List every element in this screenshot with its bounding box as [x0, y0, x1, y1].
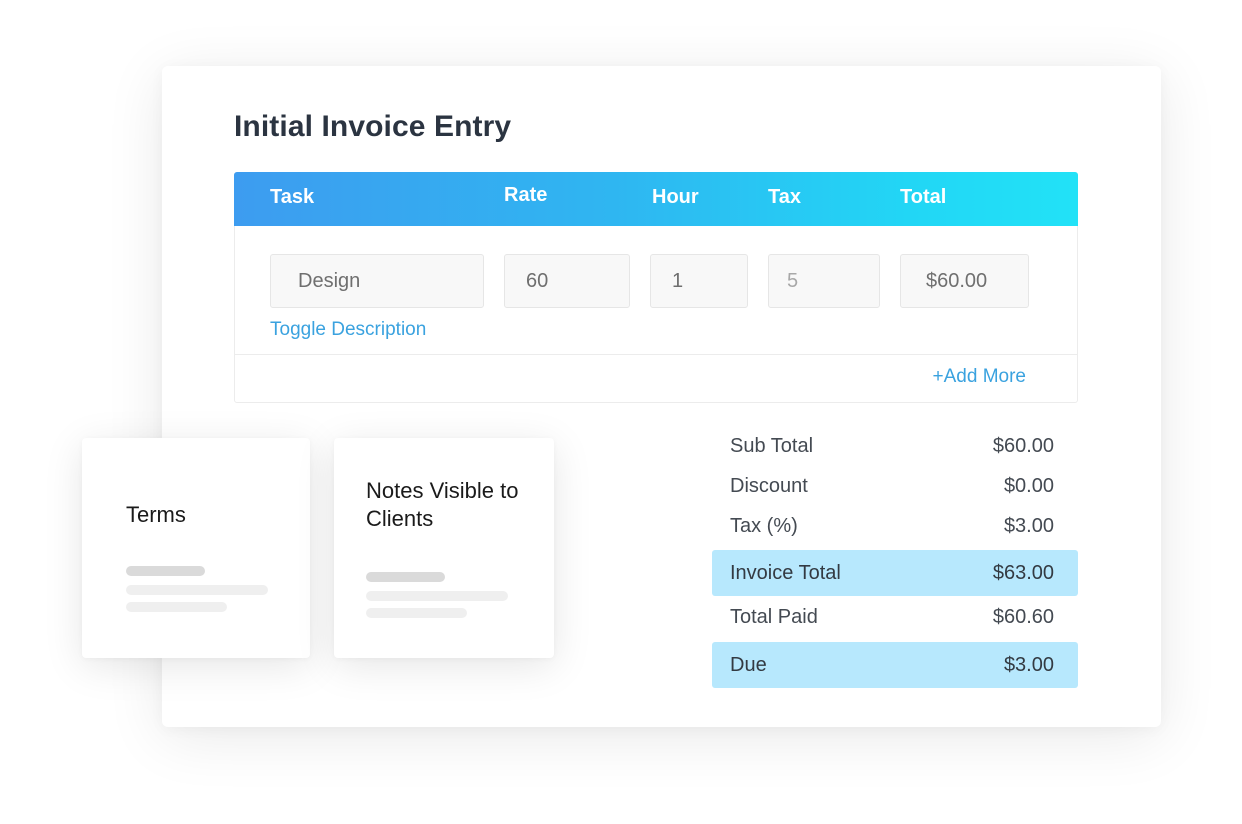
summary-row-tax: Tax (%) $3.00 — [712, 506, 1078, 546]
terms-card[interactable]: Terms — [82, 438, 310, 658]
summary-row-subtotal: Sub Total $60.00 — [712, 426, 1078, 466]
table-header: Task Rate Hour Tax Total — [234, 172, 1078, 226]
toggle-description-link[interactable]: Toggle Description — [270, 319, 426, 341]
notes-card[interactable]: Notes Visible to Clients — [334, 438, 554, 658]
page-title: Initial Invoice Entry — [234, 110, 512, 143]
total-field: $60.00 — [900, 254, 1029, 308]
notes-card-title: Notes Visible to Clients — [366, 478, 519, 531]
invoice-summary: Sub Total $60.00 Discount $0.00 Tax (%) … — [712, 426, 1078, 688]
summary-row-total-paid: Total Paid $60.60 — [712, 596, 1078, 638]
hour-input[interactable]: 1 — [650, 254, 748, 308]
terms-card-title: Terms — [126, 502, 186, 527]
summary-row-discount: Discount $0.00 — [712, 466, 1078, 506]
placeholder-line — [126, 602, 227, 612]
summary-value: $60.00 — [992, 435, 1054, 457]
column-header-tax: Tax — [768, 186, 801, 208]
summary-row-invoice-total: Invoice Total $63.00 — [712, 550, 1078, 596]
summary-row-due: Due $3.00 — [712, 642, 1078, 688]
summary-value: $63.00 — [992, 562, 1054, 584]
summary-label: Invoice Total — [730, 562, 841, 584]
summary-value: $60.60 — [992, 606, 1054, 628]
summary-value: $3.00 — [1003, 515, 1054, 537]
placeholder-line — [366, 591, 508, 601]
column-header-task: Task — [270, 186, 315, 208]
placeholder-line — [366, 572, 445, 582]
summary-label: Sub Total — [730, 435, 814, 457]
placeholder-line — [126, 566, 205, 576]
summary-value: $3.00 — [1003, 654, 1054, 676]
placeholder-line — [366, 608, 467, 618]
line-items-table: Task Rate Hour Tax Total Design 60 1 5 $… — [234, 172, 1078, 403]
column-header-total: Total — [900, 186, 947, 208]
invoice-showcase: Initial Invoice Entry Task Rate Hour Tax… — [0, 0, 1242, 824]
summary-label: Total Paid — [730, 606, 818, 628]
summary-value: $0.00 — [1003, 475, 1054, 497]
placeholder-line — [126, 585, 268, 595]
summary-label: Discount — [730, 475, 808, 497]
add-more-button[interactable]: +Add More — [933, 366, 1026, 388]
invoice-entry-card: Initial Invoice Entry Task Rate Hour Tax… — [162, 66, 1161, 727]
rate-input[interactable]: 60 — [504, 254, 630, 308]
task-input[interactable]: Design — [270, 254, 484, 308]
summary-label: Tax (%) — [730, 515, 798, 537]
column-header-hour: Hour — [652, 186, 699, 208]
table-divider — [235, 354, 1077, 355]
summary-label: Due — [730, 654, 767, 676]
tax-input[interactable]: 5 — [768, 254, 880, 308]
column-header-rate: Rate — [504, 184, 548, 206]
